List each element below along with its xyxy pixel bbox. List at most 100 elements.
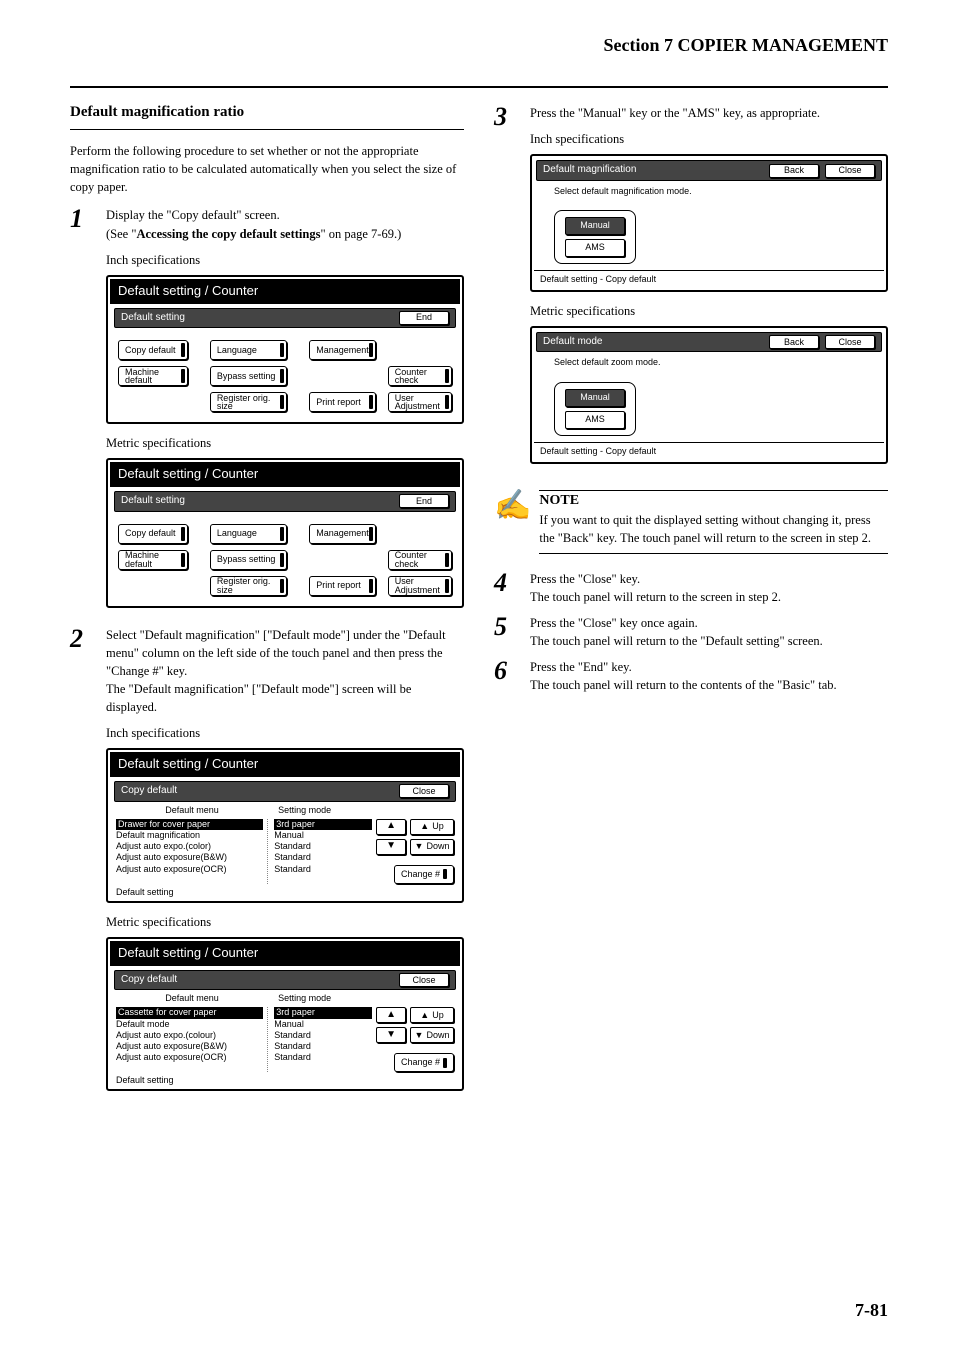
panel-default-setting-inch: Default setting / Counter Default settin…	[106, 275, 464, 424]
management-button[interactable]: Management	[309, 524, 376, 544]
note-text: If you want to quit the displayed settin…	[539, 511, 888, 547]
page-number: 7-81	[855, 1300, 888, 1321]
up-button[interactable]: ▲ Up	[410, 1007, 454, 1023]
panel-default-setting-metric: Default setting / Counter Default settin…	[106, 458, 464, 607]
print-report-button[interactable]: Print report	[309, 576, 376, 596]
subheading: Default magnification ratio	[70, 104, 464, 121]
step-2: 2 Select "Default magnification" ["Defau…	[70, 626, 464, 1102]
panel-body: Copy default Machine default Language By…	[110, 328, 460, 420]
right-column: 3 Press the "Manual" key or the "AMS" ke…	[494, 104, 888, 1109]
copy-default-button[interactable]: Copy default	[118, 340, 188, 360]
back-button[interactable]: Back	[769, 335, 819, 349]
step1-line1: Display the "Copy default" screen.	[106, 206, 464, 224]
end-button[interactable]: End	[399, 494, 449, 508]
manual-option[interactable]: Manual	[565, 217, 625, 235]
counter-check-button[interactable]: Counter check	[388, 366, 452, 386]
print-report-button[interactable]: Print report	[309, 392, 376, 412]
close-button[interactable]: Close	[825, 164, 875, 178]
user-adjustment-button[interactable]: User Adjustment	[388, 392, 452, 412]
panel-default-mode-metric: Default mode Back Close Select default z…	[530, 326, 888, 464]
list-item[interactable]: Cassette for cover paper	[116, 1007, 263, 1018]
note-rule	[539, 553, 888, 554]
list-item[interactable]: Adjust auto exposure(OCR)	[116, 1052, 263, 1063]
panel-strip: Copy default Close	[114, 970, 456, 991]
arrow-up-icon[interactable]: ▲	[376, 819, 406, 835]
list-item[interactable]: Adjust auto expo.(color)	[116, 841, 263, 852]
close-button[interactable]: Close	[399, 973, 449, 987]
management-button[interactable]: Management	[309, 340, 376, 360]
close-button[interactable]: Close	[399, 784, 449, 798]
column-headers: Default menu Setting mode	[116, 804, 454, 817]
list-item[interactable]: Adjust auto exposure(B&W)	[116, 1041, 263, 1052]
inch-caption-1: Inch specifications	[106, 251, 464, 269]
list-item[interactable]: Adjust auto exposure(OCR)	[116, 864, 263, 875]
list-item[interactable]: Adjust auto exposure(B&W)	[116, 852, 263, 863]
end-button[interactable]: End	[399, 311, 449, 325]
note-body: NOTE If you want to quit the displayed s…	[539, 490, 888, 554]
arrow-up-icon[interactable]: ▲	[376, 1007, 406, 1023]
copy-default-button[interactable]: Copy default	[118, 524, 188, 544]
step5-text: Press the "Close" key once again.	[530, 614, 888, 632]
step-3: 3 Press the "Manual" key or the "AMS" ke…	[494, 104, 888, 474]
step-6: 6 Press the "End" key. The touch panel w…	[494, 658, 888, 694]
ams-option[interactable]: AMS	[565, 411, 625, 429]
step-2-body: Select "Default magnification" ["Default…	[106, 626, 464, 1102]
setting-mode-column: 3rd paper Manual Standard Standard Stand…	[267, 1007, 372, 1072]
panel-footer: Default setting - Copy default	[534, 442, 884, 460]
step-number: 6	[494, 658, 518, 684]
panel-title: Default setting / Counter	[110, 279, 460, 304]
step-number: 2	[70, 626, 94, 652]
register-orig-button[interactable]: Register orig. size	[210, 392, 287, 412]
footer-tab: Default setting	[110, 1074, 460, 1087]
metric-caption-1: Metric specifications	[106, 434, 464, 452]
list-item[interactable]: Drawer for cover paper	[116, 819, 263, 830]
panel-footer: Default setting - Copy default	[534, 270, 884, 288]
step-1-body: Display the "Copy default" screen. (See …	[106, 206, 464, 617]
machine-default-button[interactable]: Machine default	[118, 366, 188, 386]
step-4: 4 Press the "Close" key. The touch panel…	[494, 570, 888, 606]
left-column: Default magnification ratio Perform the …	[70, 104, 464, 1109]
option-bubble: Manual AMS	[554, 382, 636, 436]
panel-strip: Default setting End	[114, 308, 456, 329]
note-block: ✍ NOTE If you want to quit the displayed…	[494, 490, 888, 554]
machine-default-button[interactable]: Machine default	[118, 550, 188, 570]
panel-strip: Default setting End	[114, 491, 456, 512]
counter-check-button[interactable]: Counter check	[388, 550, 452, 570]
default-menu-column: Drawer for cover paper Default magnifica…	[116, 819, 263, 884]
arrow-down-icon[interactable]: ▼	[376, 1027, 406, 1043]
footer-tab: Default setting	[110, 886, 460, 899]
arrow-down-icon[interactable]: ▼	[376, 839, 406, 855]
language-button[interactable]: Language	[210, 340, 287, 360]
intro-paragraph: Perform the following procedure to set w…	[70, 142, 464, 196]
inch-caption-2: Inch specifications	[106, 724, 464, 742]
down-button[interactable]: ▼ Down	[410, 1027, 454, 1043]
panel-copy-default-list-metric: Default setting / Counter Copy default C…	[106, 937, 464, 1091]
step-1: 1 Display the "Copy default" screen. (Se…	[70, 206, 464, 617]
change-button[interactable]: Change #	[394, 865, 454, 884]
register-orig-button[interactable]: Register orig. size	[210, 576, 287, 596]
bypass-setting-button[interactable]: Bypass setting	[210, 366, 287, 386]
panel-default-magnification-inch: Default magnification Back Close Select …	[530, 154, 888, 292]
panel-instruction: Select default zoom mode.	[534, 354, 884, 375]
list-item[interactable]: Default magnification	[116, 830, 263, 841]
manual-option[interactable]: Manual	[565, 389, 625, 407]
step2-text: Select "Default magnification" ["Default…	[106, 626, 464, 680]
default-menu-column: Cassette for cover paper Default mode Ad…	[116, 1007, 263, 1072]
step3-text: Press the "Manual" key or the "AMS" key,…	[530, 104, 888, 122]
inch-caption-3: Inch specifications	[530, 130, 888, 148]
note-title: NOTE	[539, 490, 888, 509]
close-button[interactable]: Close	[825, 335, 875, 349]
step6-text: Press the "End" key.	[530, 658, 888, 676]
list-item[interactable]: Default mode	[116, 1019, 263, 1030]
bypass-setting-button[interactable]: Bypass setting	[210, 550, 287, 570]
list-item[interactable]: Adjust auto expo.(colour)	[116, 1030, 263, 1041]
panel-strip: Copy default Close	[114, 781, 456, 802]
change-button[interactable]: Change #	[394, 1053, 454, 1072]
user-adjustment-button[interactable]: User Adjustment	[388, 576, 452, 596]
language-button[interactable]: Language	[210, 524, 287, 544]
step-5: 5 Press the "Close" key once again. The …	[494, 614, 888, 650]
up-button[interactable]: ▲ Up	[410, 819, 454, 835]
down-button[interactable]: ▼ Down	[410, 839, 454, 855]
ams-option[interactable]: AMS	[565, 239, 625, 257]
back-button[interactable]: Back	[769, 164, 819, 178]
